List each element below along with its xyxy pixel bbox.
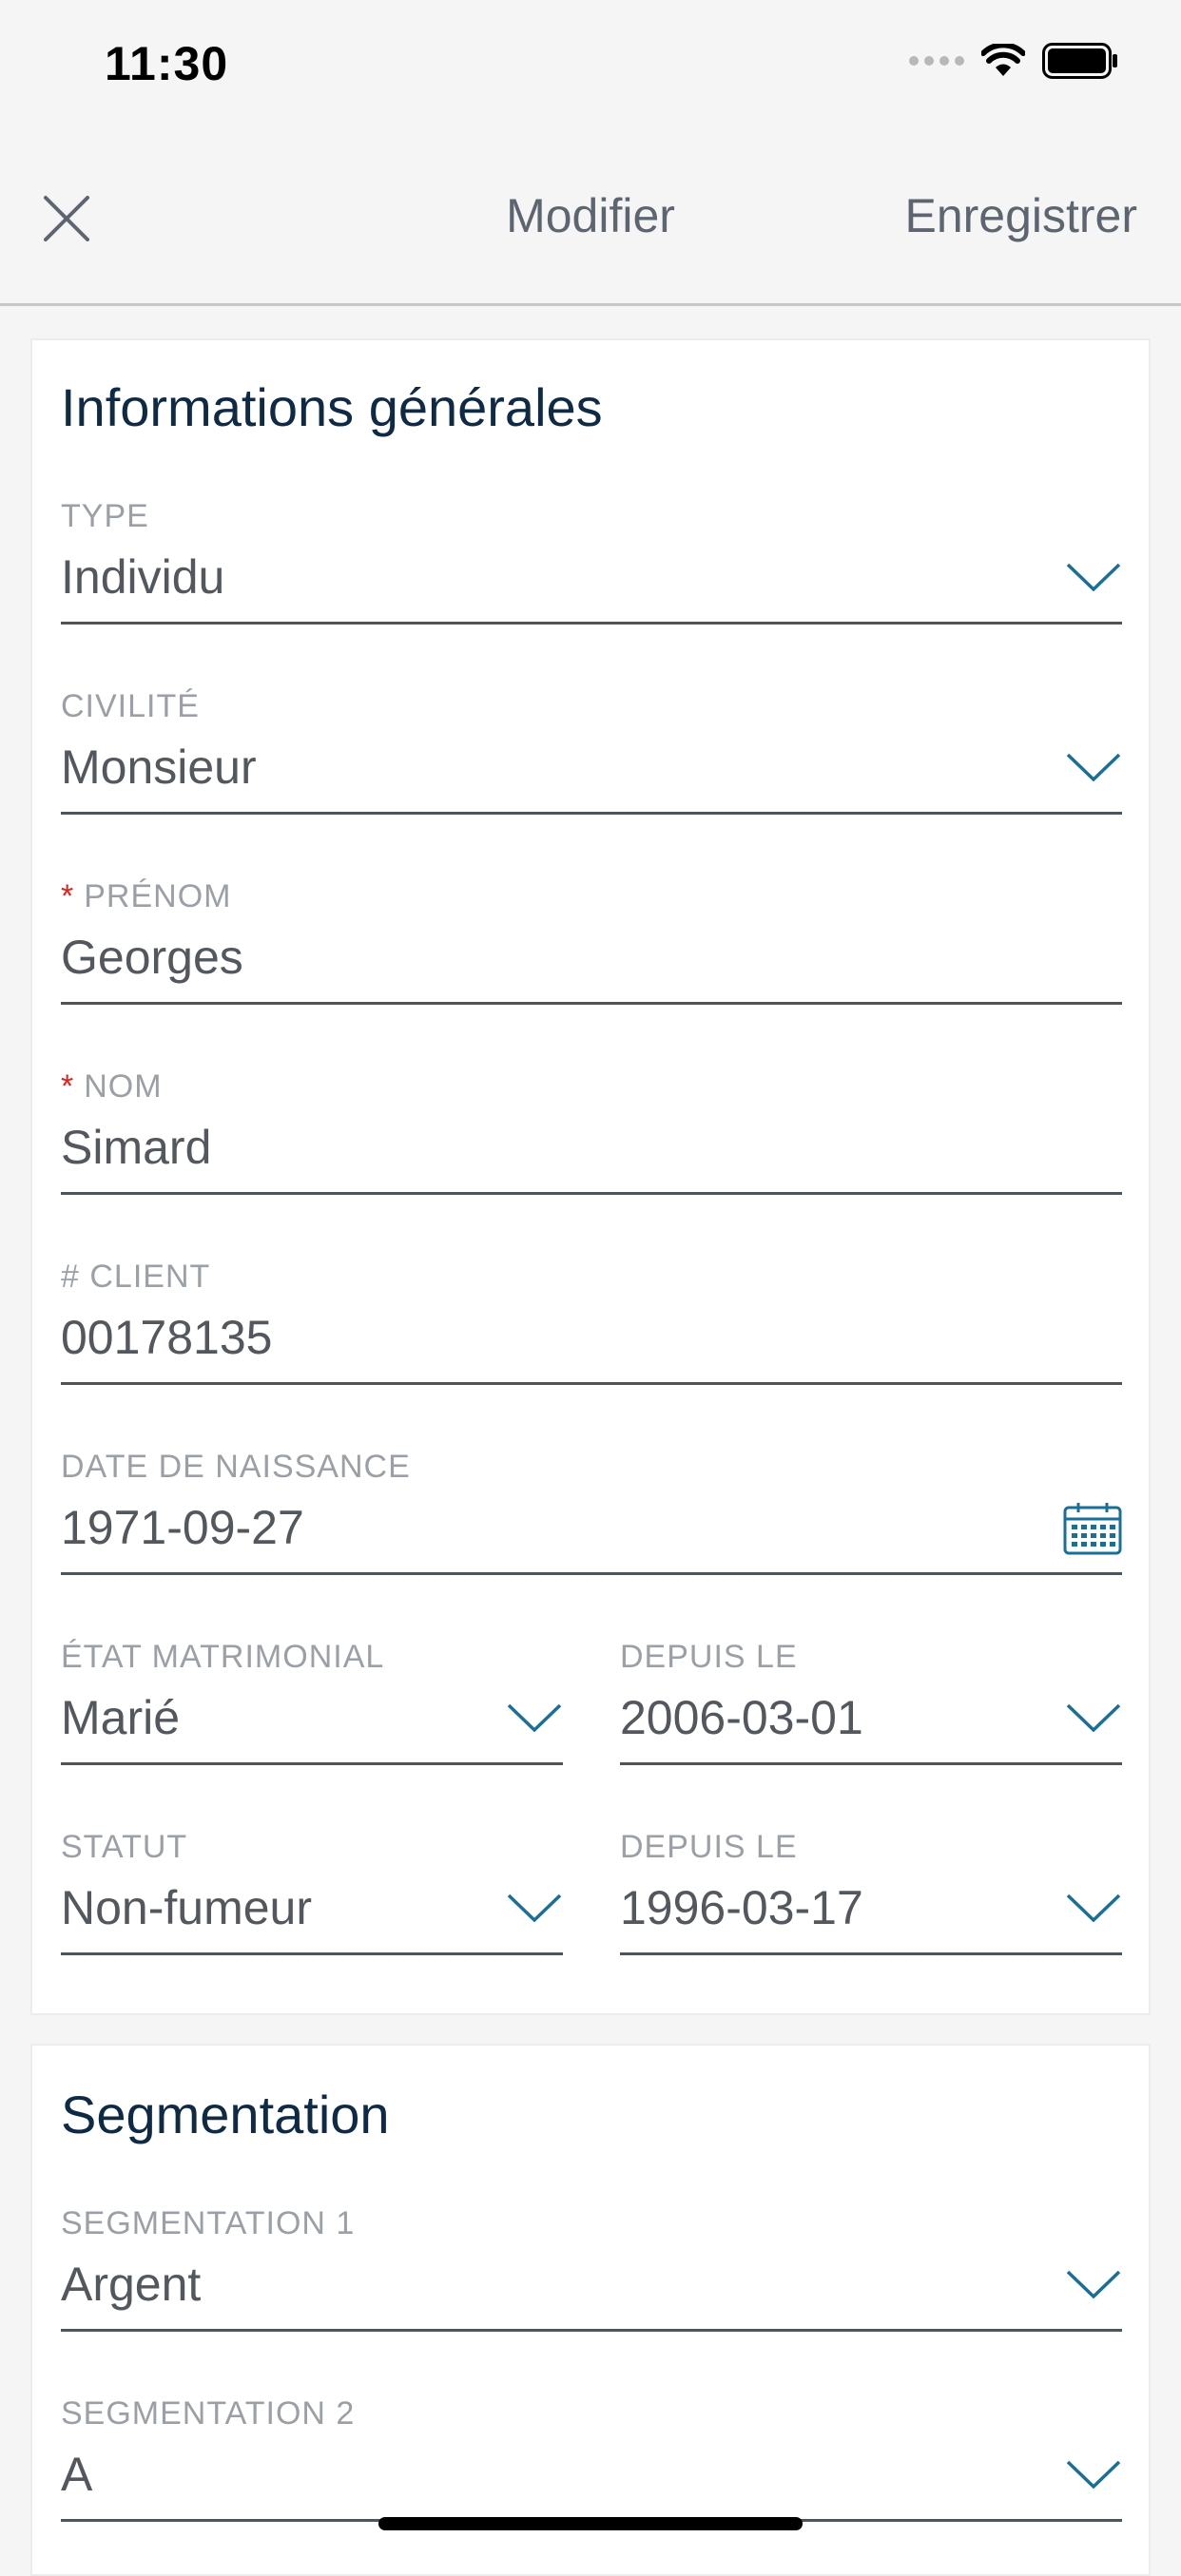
- field-label: * NOM: [61, 1068, 163, 1105]
- chevron-down-icon: [507, 1703, 562, 1733]
- field-label: SEGMENTATION 2: [61, 2395, 356, 2432]
- field-value: Argent: [61, 2258, 202, 2311]
- field-value: Monsieur: [61, 740, 257, 794]
- smoker-status-select[interactable]: STATUT Non-fumeur: [61, 1829, 563, 1962]
- field-underline: [61, 1762, 563, 1765]
- chevron-down-icon: [1066, 753, 1121, 782]
- marital-since-select[interactable]: DEPUIS LE 2006-03-01: [620, 1639, 1122, 1772]
- field-underline: [61, 1002, 1122, 1005]
- section-title-segmentation: Segmentation: [61, 2085, 390, 2144]
- wifi-icon: [981, 44, 1025, 76]
- field-value: Simard: [61, 1121, 212, 1174]
- save-button[interactable]: Enregistrer: [904, 188, 1137, 243]
- field-underline: [620, 1762, 1122, 1765]
- segmentation-1-select[interactable]: SEGMENTATION 1 Argent: [61, 2205, 1122, 2338]
- field-label-text: NOM: [84, 1068, 163, 1105]
- section-title-general: Informations générales: [61, 377, 603, 437]
- field-label: # CLIENT: [61, 1259, 211, 1295]
- status-bar: 11:30: [0, 0, 1181, 133]
- field-underline: [61, 1572, 1122, 1575]
- chevron-down-icon: [1066, 1703, 1121, 1733]
- field-underline: [61, 1382, 1122, 1385]
- birth-date-field[interactable]: DATE DE NAISSANCE 1971-09-27: [61, 1449, 1122, 1582]
- field-value: 1996-03-17: [620, 1881, 863, 1934]
- field-value: Marié: [61, 1691, 181, 1744]
- field-underline: [61, 2329, 1122, 2332]
- chevron-down-icon: [1066, 2460, 1121, 2489]
- client-number-field[interactable]: # CLIENT 00178135: [61, 1259, 1122, 1392]
- field-label: SEGMENTATION 1: [61, 2205, 356, 2241]
- chevron-down-icon: [507, 1894, 562, 1923]
- field-value: 2006-03-01: [620, 1691, 863, 1744]
- home-indicator[interactable]: [378, 2517, 803, 2530]
- status-time: 11:30: [105, 37, 229, 90]
- civility-select[interactable]: CIVILITÉ Monsieur: [61, 688, 1122, 821]
- required-marker: *: [61, 1068, 75, 1105]
- field-value: Georges: [61, 931, 243, 984]
- chevron-down-icon: [1066, 1894, 1121, 1923]
- battery-icon: [1042, 43, 1117, 79]
- first-name-field[interactable]: * PRÉNOM Georges: [61, 878, 1122, 1011]
- field-value: Individu: [61, 550, 225, 604]
- field-value: Non-fumeur: [61, 1881, 312, 1934]
- field-underline: [61, 1192, 1122, 1195]
- type-select[interactable]: TYPE Individu: [61, 498, 1122, 631]
- field-label: DEPUIS LE: [620, 1829, 798, 1865]
- field-value: A: [61, 2448, 93, 2501]
- field-value: 1971-09-27: [61, 1501, 304, 1554]
- field-label: ÉTAT MATRIMONIAL: [61, 1639, 385, 1675]
- general-info-card: Informations générales TYPE Individu CIV…: [30, 338, 1151, 2015]
- navigation-bar: Modifier Enregistrer: [0, 133, 1181, 306]
- field-label: TYPE: [61, 498, 149, 534]
- field-underline: [620, 1952, 1122, 1955]
- chevron-down-icon: [1066, 2270, 1121, 2299]
- calendar-icon[interactable]: [1063, 1502, 1122, 1555]
- field-underline: [61, 812, 1122, 815]
- segmentation-2-select[interactable]: SEGMENTATION 2 A: [61, 2395, 1122, 2528]
- field-label: * PRÉNOM: [61, 878, 231, 915]
- field-underline: [61, 622, 1122, 625]
- status-icons: [909, 42, 1118, 80]
- segmentation-card: Segmentation SEGMENTATION 1 Argent SEGME…: [30, 2044, 1151, 2576]
- field-label: STATUT: [61, 1829, 188, 1865]
- field-label: DEPUIS LE: [620, 1639, 798, 1675]
- status-since-select[interactable]: DEPUIS LE 1996-03-17: [620, 1829, 1122, 1962]
- field-label: CIVILITÉ: [61, 688, 200, 724]
- field-underline: [61, 1952, 563, 1955]
- signal-icon: [909, 56, 964, 66]
- required-marker: *: [61, 878, 75, 914]
- field-label: DATE DE NAISSANCE: [61, 1449, 411, 1485]
- marital-status-select[interactable]: ÉTAT MATRIMONIAL Marié: [61, 1639, 563, 1772]
- last-name-field[interactable]: * NOM Simard: [61, 1068, 1122, 1201]
- field-value: 00178135: [61, 1311, 273, 1364]
- field-label-text: PRÉNOM: [84, 878, 232, 914]
- chevron-down-icon: [1066, 563, 1121, 592]
